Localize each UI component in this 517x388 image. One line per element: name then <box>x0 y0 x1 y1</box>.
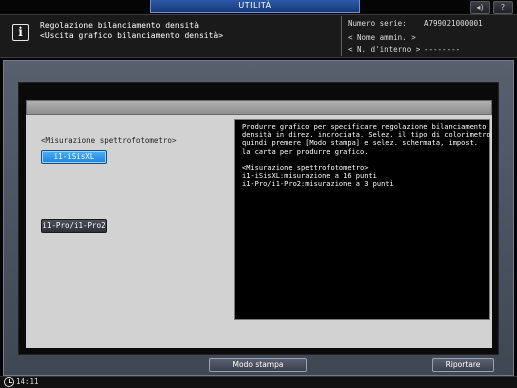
help-button[interactable]: ? <box>493 1 513 14</box>
i1-isisxl-button[interactable]: i1-iSisXL <box>41 150 107 164</box>
section-header-strip <box>26 100 492 115</box>
desc-line: <Misurazione spettrofotometro> <box>242 164 369 172</box>
admin-name-label: < Nome ammin. > <box>348 33 416 42</box>
internal-number-value: -------- <box>424 45 461 54</box>
help-icon: ? <box>500 3 506 12</box>
page-subtitle: <Uscita grafico bilanciamento densità> <box>40 31 224 40</box>
volume-button[interactable]: ◂) <box>470 1 490 14</box>
serial-label: Numero serie: <box>348 19 407 28</box>
desc-line <box>242 156 482 164</box>
tab-utility[interactable]: UTILITÀ <box>150 0 360 13</box>
header-divider <box>341 16 342 56</box>
desc-line: i1-iSisXL:misurazione a 16 punti <box>242 172 377 181</box>
internal-number-label: < N. d'interno > <box>348 45 421 54</box>
serial-value: A799021000001 <box>424 19 483 28</box>
desc-line: Produrre grafico per specificare regolaz… <box>242 123 487 131</box>
desc-line: la carta per produrre grafico. <box>242 147 369 156</box>
clock-time: 14:11 <box>16 377 39 386</box>
page-title: Regolazione bilanciamento densità <box>40 21 199 30</box>
status-bar <box>0 376 517 388</box>
desc-line: i1-Pro/i1-Pro2:misurazione a 3 punti <box>242 180 394 189</box>
clock-icon <box>4 377 14 387</box>
print-mode-button[interactable]: Modo stampa <box>209 358 307 372</box>
i1-pro-button[interactable]: i1-Pro/i1-Pro2 <box>41 219 107 233</box>
description-box: Produrre grafico per specificare regolaz… <box>234 119 491 320</box>
back-button[interactable]: Riportare <box>432 358 494 372</box>
spectrophotometer-label: <Misurazione spettrofotometro> <box>41 136 177 145</box>
speaker-icon: ◂) <box>476 3 484 12</box>
info-icon: i <box>12 24 29 41</box>
desc-line: densità in direz. incrociata. Selez. il … <box>242 131 491 140</box>
desc-line: quindi premere [Modo stampa] e selez. sc… <box>242 139 479 148</box>
